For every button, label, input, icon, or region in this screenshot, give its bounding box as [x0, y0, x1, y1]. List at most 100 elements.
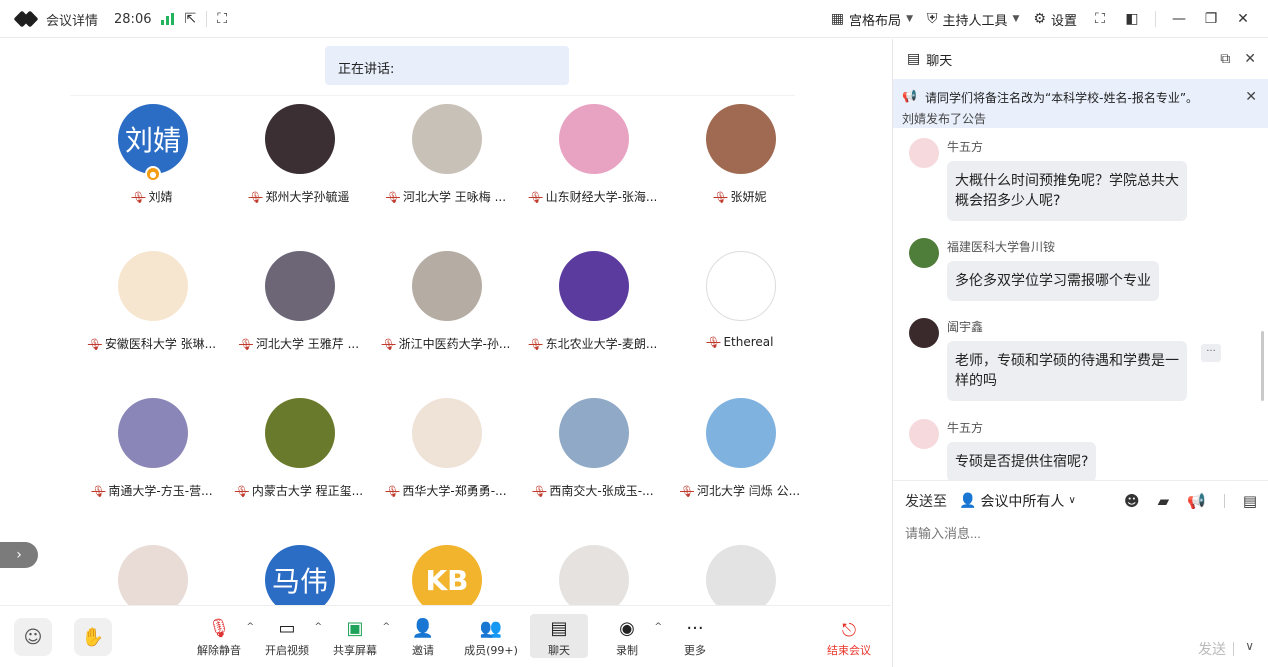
minimize-icon[interactable]: —: [1170, 11, 1188, 27]
sidebar-toggle-icon[interactable]: ◧: [1123, 11, 1141, 27]
message-more-icon[interactable]: ···: [1201, 344, 1221, 362]
restore-icon[interactable]: ❐: [1202, 11, 1220, 27]
participant-name-text: 西华大学-郑勇勇-...: [402, 484, 507, 498]
members-icon: 👥: [479, 618, 503, 639]
message-sender: 阖宇鑫: [947, 320, 984, 334]
avatar: [265, 398, 335, 468]
unmute-button[interactable]: 🎙 解除静音 ^: [190, 614, 254, 658]
chat-message[interactable]: 阖宇鑫 老师，专硕和学硕的待遇和学费是一 样的吗: [909, 308, 1249, 408]
avatar[interactable]: [909, 238, 939, 268]
participant-tile[interactable]: 🎙 Ethereal: [666, 251, 814, 391]
invite-button[interactable]: 👤 邀请: [394, 614, 452, 658]
expand-arrow-icon[interactable]: ›: [0, 542, 38, 568]
avatar: [118, 251, 188, 321]
participant-name: 🎙 安徽医科大学 张琳...: [78, 335, 226, 352]
participant-name-text: 内蒙古大学 程正玺...: [251, 484, 364, 498]
close-icon[interactable]: ✕: [1234, 11, 1252, 27]
megaphone-icon[interactable]: 📢: [1187, 492, 1206, 510]
scrollbar[interactable]: [1261, 331, 1264, 401]
layout-button[interactable]: ▦ 宫格布局 ▼: [831, 10, 913, 29]
participant-name-text: 南通大学-方玉-营...: [108, 484, 213, 498]
raise-hand-button[interactable]: ✋: [74, 618, 112, 656]
network-signal-icon[interactable]: [161, 13, 175, 25]
participant-name: 🎙 东北农业大学-麦朗...: [519, 335, 667, 352]
participant-tile[interactable]: [666, 545, 814, 605]
emoji-icon[interactable]: ☻: [1124, 492, 1140, 510]
folder-icon[interactable]: ▰: [1158, 492, 1170, 510]
message-sender: 牛五方: [947, 140, 984, 154]
participant-tile[interactable]: 🎙 河北大学 闫烁 公...: [666, 398, 814, 538]
message-bubble: 大概什么时间预推免呢？学院总共大 概会招多少人呢?: [947, 161, 1187, 221]
participant-tile[interactable]: 🎙 河北大学 王雅芹 ...: [225, 251, 373, 391]
mic-muted-icon: 🎙: [238, 338, 253, 351]
active-speaker-banner: 正在讲话:: [325, 46, 569, 85]
share-screen-button[interactable]: ▣ 共享屏幕 ^: [326, 614, 390, 658]
avatar: 马伟: [265, 545, 335, 605]
chevron-up-icon[interactable]: ^: [314, 622, 322, 632]
shield-icon: ⛨: [926, 11, 938, 27]
chevron-up-icon[interactable]: ^: [654, 622, 662, 632]
emoji-reaction-button[interactable]: ☺: [14, 618, 52, 656]
participant-tile[interactable]: 🎙 郑州大学孙毓遥: [225, 104, 373, 244]
mic-muted-icon: 🎙: [528, 338, 543, 351]
announcement-text: 请同学们将备注名改为“本科学校-姓名-报名专业”。: [924, 91, 1199, 105]
message-input[interactable]: [905, 523, 1255, 543]
translate-icon[interactable]: ⛶: [217, 12, 227, 26]
participant-tile[interactable]: 🎙 内蒙古大学 程正玺...: [225, 398, 373, 538]
host-tools-button[interactable]: ⛨ 主持人工具 ▼: [927, 10, 1019, 29]
message-sender: 福建医科大学鲁川铵: [947, 240, 1056, 254]
participant-tile[interactable]: [519, 545, 667, 605]
avatar: [118, 398, 188, 468]
avatar[interactable]: [909, 138, 939, 168]
participant-tile[interactable]: 🎙 浙江中医药大学-孙...: [372, 251, 520, 391]
participant-tile[interactable]: 🎙 东北农业大学-麦朗...: [519, 251, 667, 391]
send-button[interactable]: 发送: [1198, 639, 1226, 659]
recipient-select[interactable]: 👤 会议中所有人 ∨: [959, 491, 1076, 511]
participant-tile[interactable]: 🎙 西华大学-郑勇勇-...: [372, 398, 520, 538]
record-button[interactable]: ◉ 录制 ^: [598, 614, 662, 658]
external-link-icon[interactable]: ⇱: [184, 12, 196, 26]
participant-tile[interactable]: 🎙 南通大学-方玉-营...: [78, 398, 226, 538]
participant-tile[interactable]: 🎙 西南交大-张成玉-...: [519, 398, 667, 538]
message-list[interactable]: 牛五方 大概什么时间预推免呢？学院总共大 概会招多少人呢? 福建医科大学鲁川铵 多伦多双…: [893, 128, 1268, 480]
members-button[interactable]: 👥 成员(99+): [462, 614, 520, 658]
start-video-button[interactable]: ▭ 开启视频 ^: [258, 614, 322, 658]
send-options-bar: 发送至 👤 会议中所有人 ∨ ☻ ▰ 📢 ▤: [893, 480, 1268, 520]
participant-tile[interactable]: 🎙 山东财经大学-张海...: [519, 104, 667, 244]
message-text-line: 大概什么时间预推免呢？学院总共大: [955, 173, 1179, 189]
settings-button[interactable]: ⚙ 设置: [1033, 10, 1077, 29]
participant-tile[interactable]: 🎙 河北大学 王咏梅 ...: [372, 104, 520, 244]
avatar: [265, 251, 335, 321]
more-button[interactable]: ··· 更多: [666, 614, 724, 658]
participant-tile[interactable]: 马伟: [225, 545, 373, 605]
participant-name: 🎙 河北大学 王咏梅 ...: [372, 188, 520, 205]
record-label: 录制: [616, 644, 638, 657]
participant-tile[interactable]: 🎙 安徽医科大学 张琳...: [78, 251, 226, 391]
participant-tile[interactable]: 🎙 张妍妮: [666, 104, 814, 244]
chevron-down-icon[interactable]: ∨: [1245, 639, 1254, 653]
chat-button[interactable]: ▤ 聊天: [530, 614, 588, 658]
record-icon: ◉: [619, 618, 635, 639]
popout-icon[interactable]: ⧉: [1220, 51, 1230, 67]
participant-name: 🎙 山东财经大学-张海...: [519, 188, 667, 205]
meeting-details-link[interactable]: 会议详情: [46, 10, 98, 29]
participant-name: 🎙 河北大学 闫烁 公...: [666, 482, 814, 499]
chevron-up-icon[interactable]: ^: [246, 622, 254, 632]
participant-tile[interactable]: 刘婧 ● 🎙 刘婧: [78, 104, 226, 244]
user-icon: 👤: [959, 492, 977, 509]
chat-message[interactable]: 牛五方大概什么时间预推免呢？学院总共大 概会招多少人呢?: [909, 128, 1249, 228]
chat-settings-icon[interactable]: ▤: [1243, 492, 1257, 510]
invite-label: 邀请: [412, 644, 434, 657]
participant-tile[interactable]: [78, 545, 226, 605]
avatar[interactable]: [909, 419, 939, 449]
end-meeting-button[interactable]: ⎋ 结束会议: [820, 614, 878, 658]
chat-header: ▤ 聊天 ⧉ ✕: [893, 39, 1268, 79]
chevron-up-icon[interactable]: ^: [382, 622, 390, 632]
chat-message[interactable]: 牛五方 专硕是否提供住宿呢?: [909, 409, 1249, 480]
close-icon[interactable]: ✕: [1245, 89, 1257, 105]
avatar[interactable]: [909, 318, 939, 348]
add-user-icon: 👤: [411, 618, 435, 639]
participant-tile[interactable]: KB: [372, 545, 520, 605]
close-icon[interactable]: ✕: [1244, 51, 1256, 67]
fullscreen-icon[interactable]: ⛶: [1091, 11, 1109, 27]
